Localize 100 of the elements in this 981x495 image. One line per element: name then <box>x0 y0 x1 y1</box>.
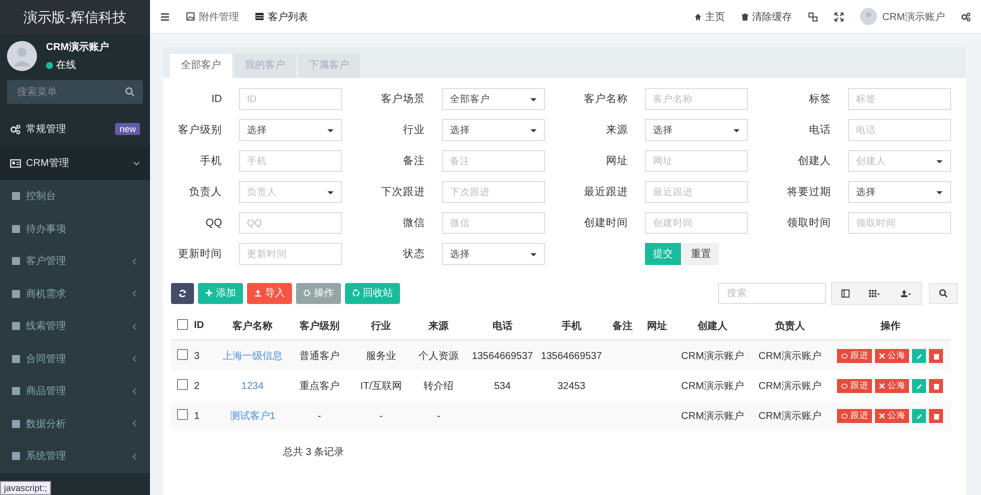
user-menu[interactable]: CRM演示账户 <box>860 8 945 25</box>
search-icon <box>125 87 135 97</box>
submit-button[interactable]: 提交 <box>645 243 681 265</box>
field-label: 创建时间 <box>583 216 628 230</box>
column-header: 电话 <box>492 320 512 332</box>
menu-search-field[interactable]: 搜索菜单 <box>7 80 143 104</box>
close-icon <box>879 353 886 359</box>
reset-button[interactable]: 重置 <box>683 243 719 265</box>
submenu-item[interactable]: 线索管理 <box>0 310 150 342</box>
home-icon <box>694 12 702 20</box>
select-field[interactable]: 选择 <box>848 181 951 203</box>
fullscreen-icon[interactable] <box>834 12 844 22</box>
row-checkbox[interactable] <box>177 349 188 360</box>
input-field[interactable]: 手机 <box>239 150 342 172</box>
delete-button[interactable] <box>929 379 944 393</box>
column-header: 备注 <box>612 320 633 332</box>
follow-button[interactable]: 跟进 <box>837 349 872 363</box>
edit-button[interactable] <box>912 409 926 423</box>
input-field[interactable]: 创建时间 <box>645 212 748 234</box>
submenu-item[interactable]: 数据分析 <box>0 408 150 440</box>
column-header: 操作 <box>880 320 900 332</box>
menu-item[interactable]: CRM管理 <box>0 146 150 180</box>
select-field[interactable]: 选择 <box>442 243 545 265</box>
chevron-down-icon <box>133 160 140 166</box>
submenu-item[interactable]: 商品管理 <box>0 375 150 408</box>
delete-button[interactable] <box>929 349 944 363</box>
submenu-item[interactable]: 客户管理 <box>0 245 150 278</box>
comment-icon <box>841 352 848 360</box>
page-tab[interactable]: 客户列表 <box>255 10 308 24</box>
column-header: 客户名称 <box>232 320 273 332</box>
plus-icon <box>205 289 213 297</box>
input-field[interactable]: 备注 <box>442 150 545 172</box>
gear-icon <box>303 289 311 297</box>
edit-button[interactable] <box>912 379 926 393</box>
customer-name-link[interactable]: 1234 <box>241 380 264 392</box>
input-field[interactable]: 标签 <box>848 88 951 110</box>
pool-button[interactable]: 公海 <box>875 349 910 363</box>
submenu-item[interactable]: 系统管理 <box>0 440 150 472</box>
menu-search-input[interactable]: 搜索菜单 <box>15 86 125 98</box>
input-field[interactable]: 下次跟进 <box>442 181 545 203</box>
export-icon <box>899 288 912 298</box>
pool-button[interactable]: 公海 <box>875 409 910 423</box>
input-field[interactable]: 领取时间 <box>848 212 951 234</box>
field-label: ID <box>210 93 222 105</box>
column-header: 负责人 <box>774 320 805 332</box>
toolbar-button[interactable]: 导入 <box>247 282 292 304</box>
input-field[interactable]: QQ <box>239 212 342 234</box>
submenu-item[interactable]: 商机需求 <box>0 278 150 310</box>
select-field[interactable]: 全部客户 <box>442 88 545 110</box>
table-cell: CRM演示账户 <box>681 381 744 392</box>
caret-down-icon <box>530 250 537 258</box>
field-label: 标签 <box>808 92 831 106</box>
input-field[interactable]: 最近跟进 <box>645 181 748 203</box>
field-label: 客户场景 <box>380 92 425 106</box>
panel-icon <box>841 288 850 298</box>
settings-icon[interactable] <box>961 12 971 22</box>
search-button[interactable] <box>929 282 958 304</box>
image-icon <box>186 12 195 21</box>
caret-down-icon <box>327 126 334 134</box>
input-field[interactable]: ID <box>239 88 342 110</box>
select-field[interactable]: 选择 <box>239 119 342 141</box>
select-field[interactable]: 选择 <box>645 119 748 141</box>
table-cell: 534 <box>494 380 511 392</box>
follow-button[interactable]: 跟进 <box>837 409 872 423</box>
page-tab[interactable]: 附件管理 <box>186 10 239 24</box>
field-label: 客户级别 <box>177 123 222 137</box>
row-checkbox[interactable] <box>177 409 188 420</box>
input-field[interactable]: 网址 <box>645 150 748 172</box>
submenu-item[interactable]: 控制台 <box>0 180 150 212</box>
input-field[interactable]: 更新时间 <box>239 243 342 265</box>
caret-down-icon <box>530 96 537 102</box>
table-cell: 个人资源 <box>418 351 459 362</box>
caret-down-icon <box>936 188 943 196</box>
follow-button[interactable]: 跟进 <box>837 379 872 393</box>
pagination-info: 总共 3 条记录 <box>282 446 346 459</box>
toolbar-button[interactable]: 操作 <box>296 282 341 304</box>
menu-item[interactable]: 常规管理 new <box>0 112 150 146</box>
header-link[interactable]: 清除缓存 <box>741 10 792 24</box>
submenu-item[interactable]: 待办事项 <box>0 212 150 245</box>
edit-button[interactable] <box>912 349 926 363</box>
toolbar-button[interactable]: 回收站 <box>345 282 400 304</box>
table-cell: CRM演示账户 <box>758 411 822 422</box>
new-badge: new <box>115 123 140 135</box>
pool-button[interactable]: 公海 <box>875 379 910 393</box>
header-link[interactable]: 主页 <box>694 10 726 24</box>
upload-icon <box>254 289 262 297</box>
menu-icon[interactable] <box>160 12 170 22</box>
delete-button[interactable] <box>929 409 944 423</box>
select-field[interactable]: 选择 <box>442 119 545 141</box>
input-field[interactable]: 客户名称 <box>645 88 748 110</box>
row-checkbox[interactable] <box>177 379 188 390</box>
input-field[interactable]: 电话 <box>848 119 951 141</box>
select-all-checkbox[interactable] <box>177 318 188 330</box>
submenu-item[interactable]: 合同管理 <box>0 342 150 375</box>
input-field[interactable]: 微信 <box>442 212 545 234</box>
toolbar-button[interactable]: 添加 <box>198 282 243 304</box>
table-search-field[interactable]: 搜索 <box>718 282 826 304</box>
filter-tab[interactable]: 全部客户 <box>170 54 232 78</box>
trash-icon <box>932 382 940 390</box>
refresh-button[interactable] <box>171 282 194 304</box>
